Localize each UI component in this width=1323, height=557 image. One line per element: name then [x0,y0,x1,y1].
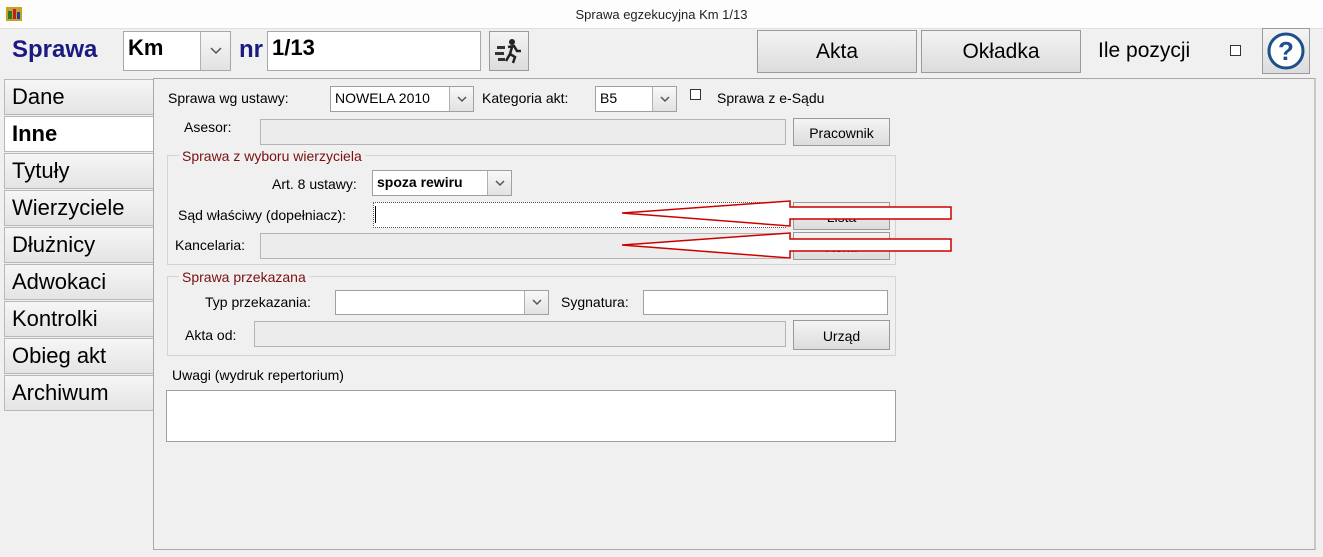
red-arrow-icon [621,200,952,227]
red-arrow-icon [621,232,952,259]
annotation-layer [621,200,952,259]
